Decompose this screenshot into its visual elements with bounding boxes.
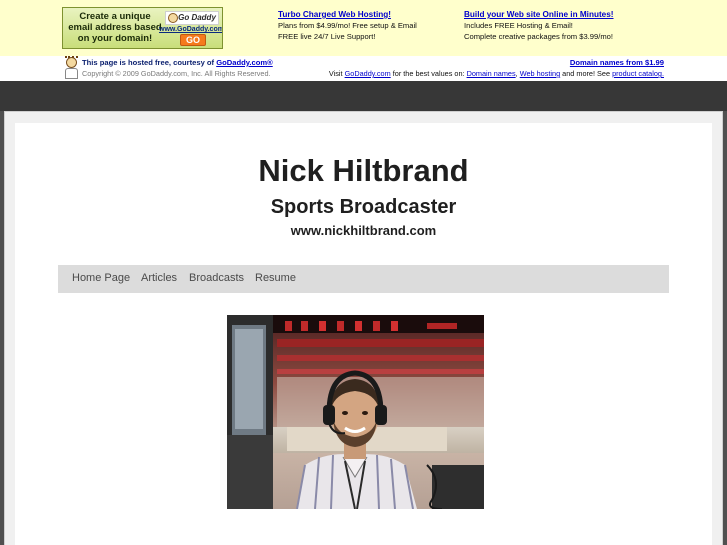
website-builder-ad-link[interactable]: Build your Web site Online in Minutes! xyxy=(464,9,614,20)
nav-item-home-page[interactable]: Home Page xyxy=(72,272,130,284)
hosting-ad-link[interactable]: Turbo Charged Web Hosting! xyxy=(278,9,417,20)
web-hosting-link[interactable]: Web hosting xyxy=(520,69,560,78)
nav-item-broadcasts[interactable]: Broadcasts xyxy=(189,272,244,284)
ad-banner-line-1: Create a unique xyxy=(79,11,151,22)
godaddy-visit-link[interactable]: GoDaddy.com xyxy=(345,69,391,78)
website-builder-ad-line-1: Includes FREE Hosting & Email! xyxy=(464,21,573,30)
godaddy-logo: Go Daddy xyxy=(165,11,219,25)
domain-names-offer-link[interactable]: Domain names from $1.99 xyxy=(570,58,664,67)
visit-prefix: Visit xyxy=(328,69,345,78)
ad-banner-url[interactable]: www.GoDaddy.com xyxy=(159,26,222,33)
ad-go-button[interactable]: GO xyxy=(180,34,206,46)
hosting-ad-line-2: FREE live 24/7 Live Support! xyxy=(278,32,376,41)
hosting-notice-bar: This page is hosted free, courtesy of Go… xyxy=(0,56,727,81)
godaddy-logo-text: Go Daddy xyxy=(178,13,216,22)
copyright-text: Copyright © 2009 GoDaddy.com, Inc. All R… xyxy=(82,69,271,78)
visit-godaddy-line: Visit GoDaddy.com for the best values on… xyxy=(329,69,664,78)
nav-item-resume[interactable]: Resume xyxy=(255,272,296,284)
website-builder-ad-line-2: Complete creative packages from $3.99/mo… xyxy=(464,32,613,41)
site-subtitle: Sports Broadcaster xyxy=(270,196,457,218)
site-title: Nick Hiltbrand xyxy=(258,153,469,188)
nav-item-articles[interactable]: Articles xyxy=(141,272,177,284)
website-builder-ad: Build your Web site Online in Minutes! I… xyxy=(464,9,614,42)
godaddy-mascot-icon xyxy=(64,56,79,80)
godaddy-mascot-icon xyxy=(168,13,178,23)
visit-mid-text: for the best values on: xyxy=(390,69,467,78)
hosting-ad-line-1: Plans from $4.99/mo! Free setup & Email xyxy=(278,21,417,30)
product-catalog-link[interactable]: product catalog. xyxy=(612,69,664,78)
domain-names-link[interactable]: Domain names xyxy=(467,69,516,78)
hosted-free-notice: This page is hosted free, courtesy of Go… xyxy=(82,58,273,67)
hosting-ad-bar: Create a unique email address based on y… xyxy=(0,0,727,56)
email-ad-banner[interactable]: Create a unique email address based on y… xyxy=(62,7,223,49)
ad-banner-line-3: on your domain! xyxy=(77,33,153,44)
header-band xyxy=(0,81,727,111)
site-url: www.nickhiltbrand.com xyxy=(290,223,437,238)
visit-and-text: and more! See xyxy=(560,69,613,78)
hosting-ad: Turbo Charged Web Hosting! Plans from $4… xyxy=(278,9,417,42)
content-page: Nick Hiltbrand Sports Broadcaster www.ni… xyxy=(15,123,712,545)
ad-banner-line-2: email address based xyxy=(68,22,162,33)
hosted-free-text: This page is hosted free, courtesy of xyxy=(82,58,217,67)
main-nav: Home Page Articles Broadcasts Resume xyxy=(58,265,669,293)
broadcaster-photo xyxy=(227,315,484,509)
godaddy-link[interactable]: GoDaddy.com® xyxy=(216,58,273,67)
